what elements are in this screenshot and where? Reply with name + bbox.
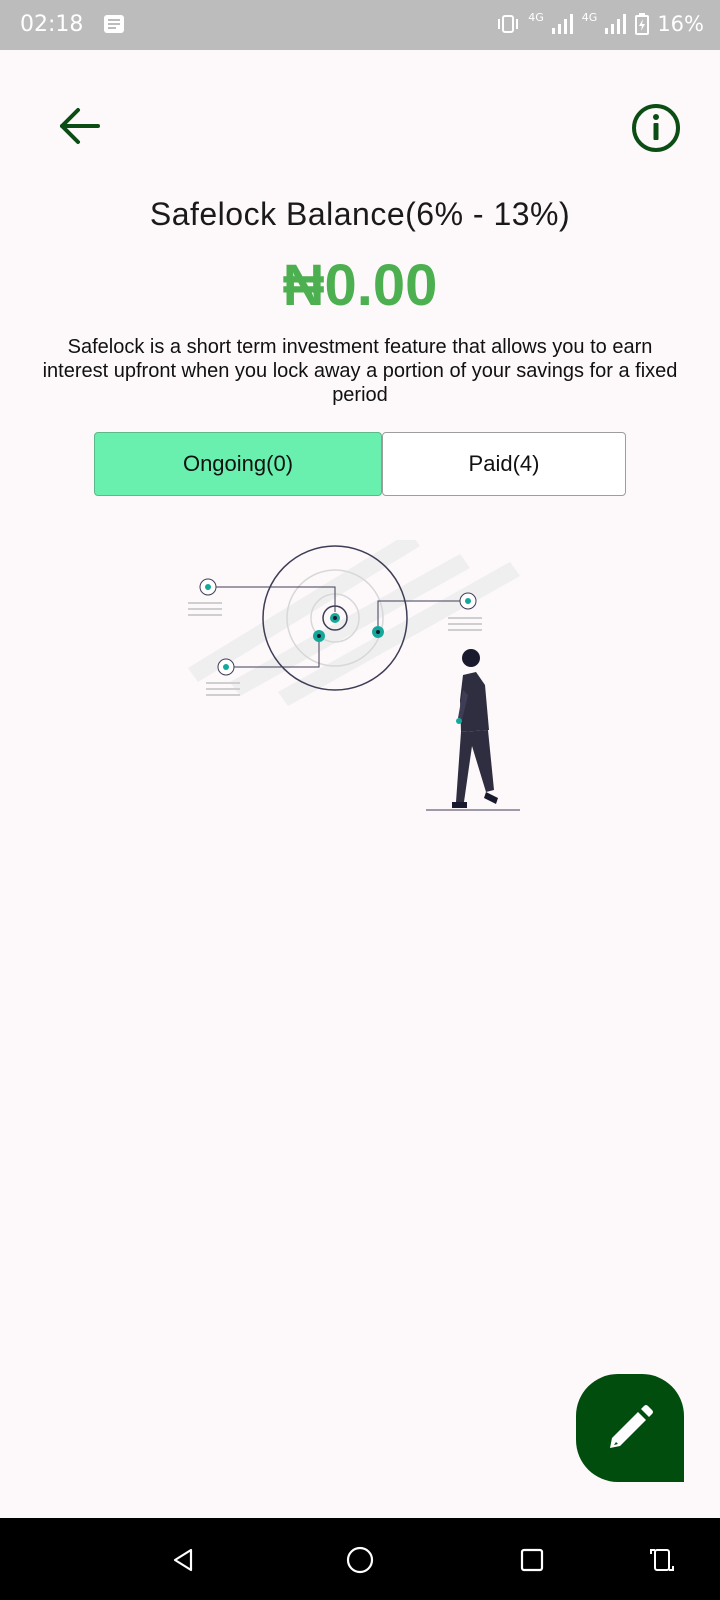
- status-bar: 02:18 4G 4G 16%: [0, 0, 720, 50]
- nav-home-icon: [346, 1546, 374, 1574]
- info-button[interactable]: [628, 100, 684, 156]
- status-indicators: 4G 4G 16%: [496, 10, 704, 36]
- message-notification-icon: [104, 15, 124, 33]
- nav-back-button[interactable]: [162, 1538, 206, 1582]
- rotate-button[interactable]: [640, 1538, 684, 1582]
- empty-state-illustration: [188, 540, 520, 811]
- nav-home-button[interactable]: [338, 1538, 382, 1582]
- signal-icon: [605, 14, 627, 34]
- nav-recents-icon: [520, 1548, 544, 1572]
- tab-paid[interactable]: Paid(4): [382, 432, 626, 496]
- battery-icon: [635, 13, 650, 35]
- signal-icon: [551, 14, 573, 34]
- navigation-bar: [0, 1518, 720, 1600]
- safelock-balance: ₦0.00: [282, 253, 438, 318]
- nav-back-icon: [173, 1548, 193, 1572]
- info-circle-icon: [632, 104, 680, 152]
- rotate-icon: [650, 1549, 674, 1571]
- status-tabs: Ongoing(0) Paid(4): [94, 432, 626, 498]
- back-button[interactable]: [52, 100, 104, 152]
- network-type-1: 4G: [528, 10, 544, 24]
- safelock-description: Safelock is a short term investment feat…: [42, 336, 678, 406]
- status-time: 02:18: [20, 12, 84, 37]
- new-safelock-button[interactable]: [576, 1374, 684, 1482]
- nav-recents-button[interactable]: [510, 1538, 554, 1582]
- tab-ongoing[interactable]: Ongoing(0): [94, 432, 382, 496]
- battery-level: 16%: [657, 12, 704, 36]
- network-type-2: 4G: [581, 10, 598, 24]
- pencil-icon: [610, 1405, 653, 1448]
- arrow-left-icon: [60, 108, 100, 144]
- vibrate-icon: [498, 15, 519, 33]
- page-title: Safelock Balance(6% - 13%): [149, 196, 571, 232]
